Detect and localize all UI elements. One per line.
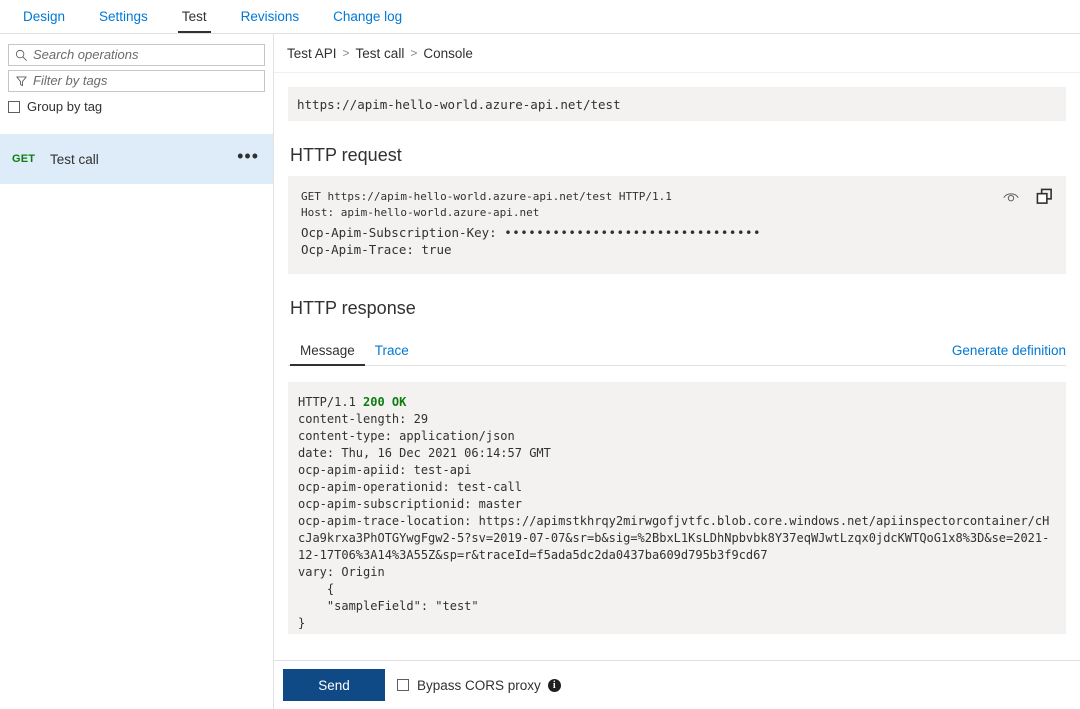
group-by-tag-label: Group by tag [27, 99, 103, 114]
tab-design-label: Design [23, 9, 66, 24]
page-body: Search operations Filter by tags Group b… [0, 34, 1080, 709]
search-input[interactable]: Search operations [33, 45, 139, 65]
http-response-body: HTTP/1.1 200 OK content-length: 29 conte… [288, 382, 1066, 634]
tab-revisions[interactable]: Revisions [224, 0, 317, 33]
operations-list: GET Test call ••• [0, 134, 273, 184]
tab-trace-label: Trace [374, 343, 409, 358]
operation-method-badge: GET [12, 153, 36, 165]
search-operations-field[interactable]: Search operations [8, 44, 265, 66]
tab-trace[interactable]: Trace [365, 343, 419, 365]
api-tabstrip: Design Settings Test Revisions Change lo… [0, 0, 1080, 34]
operation-more-icon[interactable]: ••• [237, 147, 259, 167]
operations-sidebar: Search operations Filter by tags Group b… [0, 34, 274, 709]
search-icon [9, 49, 33, 62]
http-response-heading: HTTP response [290, 298, 416, 318]
bypass-cors-row[interactable]: Bypass CORS proxy i [397, 678, 561, 693]
response-status-prefix: HTTP/1.1 [298, 395, 364, 409]
response-tabs: Message Trace Generate definition [288, 335, 1066, 366]
tab-revisions-label: Revisions [240, 9, 300, 24]
request-line-start: GET https://apim-hello-world.azure-api.n… [301, 190, 672, 203]
http-request-block: GET https://apim-hello-world.azure-api.n… [288, 176, 1066, 274]
tab-test[interactable]: Test [165, 0, 224, 33]
console-content: https://apim-hello-world.azure-api.net/t… [274, 73, 1080, 671]
response-headers-and-body: content-length: 29 content-type: applica… [298, 412, 1050, 630]
request-actions [1001, 186, 1054, 206]
request-header-subscription-key: Ocp-Apim-Subscription-Key: •••••••••••••… [301, 224, 1051, 241]
response-status-code: 200 OK [363, 395, 407, 409]
request-url-bar: https://apim-hello-world.azure-api.net/t… [288, 87, 1066, 121]
eye-icon[interactable] [1001, 186, 1021, 206]
info-icon[interactable]: i [547, 678, 561, 692]
filter-by-tags-field[interactable]: Filter by tags [8, 70, 265, 92]
tab-design[interactable]: Design [6, 0, 82, 33]
breadcrumb: Test API > Test call > Console [274, 34, 1080, 73]
breadcrumb-item-test-api[interactable]: Test API [287, 46, 337, 61]
filter-input[interactable]: Filter by tags [33, 71, 107, 91]
group-by-tag-row[interactable]: Group by tag [8, 99, 273, 114]
operation-name: Test call [50, 151, 99, 167]
bypass-cors-label: Bypass CORS proxy [417, 677, 541, 693]
tab-settings[interactable]: Settings [82, 0, 165, 33]
group-by-tag-checkbox[interactable] [8, 100, 20, 113]
request-url-text: https://apim-hello-world.azure-api.net/t… [297, 96, 621, 112]
tab-test-label: Test [181, 9, 207, 24]
tab-settings-label: Settings [99, 9, 148, 24]
copy-icon[interactable] [1034, 186, 1054, 206]
console-pane: Test API > Test call > Console https://a… [274, 34, 1080, 709]
http-request-heading: HTTP request [290, 145, 402, 165]
tab-message[interactable]: Message [290, 343, 365, 366]
tab-change-log[interactable]: Change log [316, 0, 419, 33]
api-test-console-page: Design Settings Test Revisions Change lo… [0, 0, 1080, 709]
breadcrumb-item-console: Console [423, 45, 473, 61]
breadcrumb-item-test-call[interactable]: Test call [356, 46, 405, 61]
tab-message-label: Message [300, 343, 355, 358]
request-header-trace: Ocp-Apim-Trace: true [301, 242, 452, 257]
filter-icon [9, 75, 33, 88]
subscription-key-masked-value: •••••••••••••••••••••••••••••••• [504, 225, 762, 240]
sidebar-item-test-call[interactable]: GET Test call ••• [0, 134, 273, 184]
breadcrumb-separator: > [342, 46, 350, 60]
subscription-key-label: Ocp-Apim-Subscription-Key: [301, 225, 505, 240]
tab-change-log-label: Change log [333, 9, 403, 24]
breadcrumb-separator: > [410, 46, 418, 60]
generate-definition-link[interactable]: Generate definition [952, 343, 1066, 365]
request-header-host: Host: apim-hello-world.azure-api.net [301, 205, 540, 219]
bypass-cors-checkbox[interactable] [397, 679, 409, 691]
send-button[interactable]: Send [283, 669, 385, 701]
console-footer: Send Bypass CORS proxy i [274, 660, 1080, 709]
